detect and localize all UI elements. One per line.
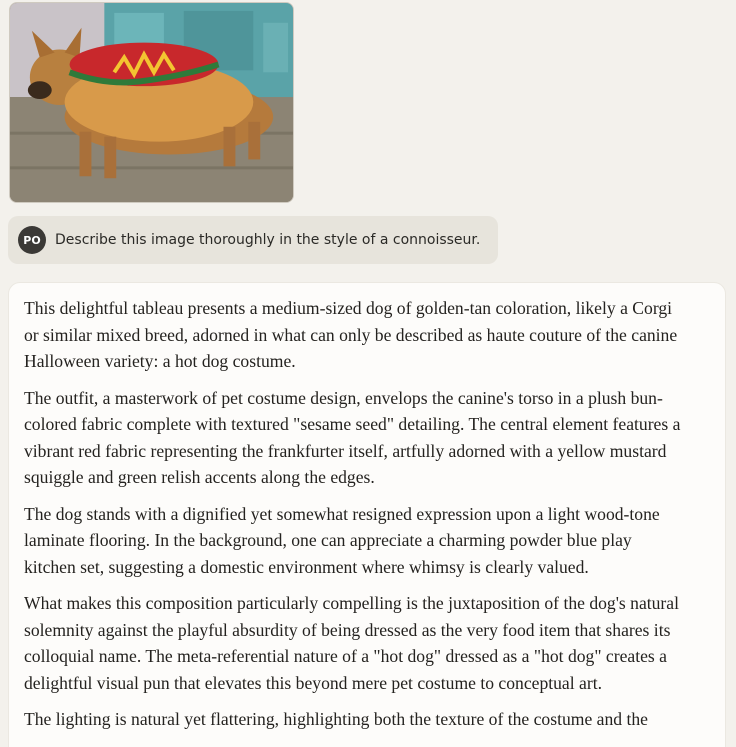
assistant-response: This delightful tableau presents a mediu… — [8, 282, 726, 747]
dog-photo-image — [10, 3, 293, 202]
response-paragraph: This delightful tableau presents a mediu… — [24, 298, 678, 371]
user-message-text: Describe this image thoroughly in the st… — [55, 232, 481, 248]
user-avatar: PO — [18, 226, 46, 254]
attached-image[interactable] — [9, 2, 294, 203]
response-paragraph: The lighting is natural yet flattering, … — [24, 709, 648, 729]
response-paragraph: The dog stands with a dignified yet some… — [24, 503, 660, 577]
user-message: PO Describe this image thoroughly in the… — [8, 216, 498, 264]
response-paragraph: The outfit, a masterwork of pet costume … — [24, 387, 681, 488]
response-paragraph: What makes this composition particularly… — [24, 593, 679, 693]
